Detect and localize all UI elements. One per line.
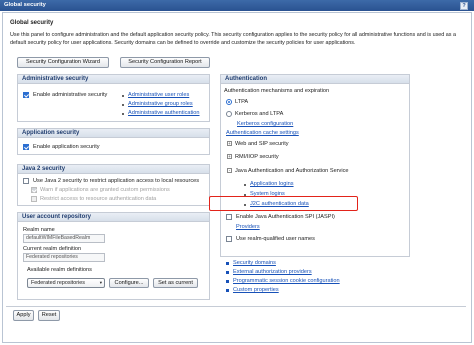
highlight-box xyxy=(209,196,358,211)
panel-title: Administrative security xyxy=(18,75,209,84)
reset-button[interactable]: Reset xyxy=(38,310,60,321)
link-bullet xyxy=(226,262,229,265)
realm-qualified-names-label: Use realm-qualified user names xyxy=(236,236,315,242)
link-bullet xyxy=(226,280,229,283)
list-bullet xyxy=(122,113,124,115)
external-authorization-providers-link[interactable]: External authorization providers xyxy=(233,269,312,275)
available-realms-select[interactable]: Federated repositories ▾ xyxy=(27,278,105,288)
help-button[interactable]: ? xyxy=(460,1,468,10)
kerberos-configuration-link[interactable]: Kerberos configuration xyxy=(237,121,293,127)
page-description: Use this panel to configure administrati… xyxy=(10,32,456,46)
window-title-bar: Global security ? xyxy=(0,0,474,11)
ltpa-label: LTPA xyxy=(235,99,249,105)
custom-properties-link[interactable]: Custom properties xyxy=(233,287,279,293)
restrict-resource-auth-label: Restrict access to resource authenticati… xyxy=(40,196,157,202)
panel-title: Authentication xyxy=(221,75,409,84)
realm-name-field: defaultWIMFileBasedRealm xyxy=(23,234,105,243)
expand-icon[interactable]: + xyxy=(227,141,232,146)
enable-jaspi-checkbox[interactable] xyxy=(226,214,232,220)
configure-button[interactable]: Configure... xyxy=(109,278,149,288)
chevron-down-icon: ▾ xyxy=(99,280,102,285)
list-bullet xyxy=(122,95,124,97)
link-bullet xyxy=(226,289,229,292)
auth-mechanisms-label: Authentication mechanisms and expiration xyxy=(224,88,330,94)
panel-title: Application security xyxy=(18,129,209,138)
jaas-item[interactable]: Java Authentication and Authorization Se… xyxy=(235,168,349,174)
use-java2-security-checkbox[interactable] xyxy=(23,178,29,184)
security-domains-link[interactable]: Security domains xyxy=(233,260,276,266)
kerberos-ltpa-radio[interactable] xyxy=(226,111,232,117)
enable-jaspi-label: Enable Java Authentication SPI (JASPI) xyxy=(236,214,335,220)
providers-link[interactable]: Providers xyxy=(236,224,260,230)
administrative-user-roles-link[interactable]: Administrative user roles xyxy=(128,92,189,98)
warn-custom-permissions-checkbox[interactable] xyxy=(31,187,37,193)
administrative-group-roles-link[interactable]: Administrative group roles xyxy=(128,101,193,107)
set-as-current-button[interactable]: Set as current xyxy=(153,278,198,288)
available-realms-label: Available realm definitions xyxy=(27,267,92,273)
select-value: Federated repositories xyxy=(31,280,85,286)
window-title: Global security xyxy=(4,2,46,8)
footer-divider xyxy=(6,306,466,307)
page-title: Global security xyxy=(10,20,54,26)
application-logins-link[interactable]: Application logins xyxy=(250,181,294,187)
panel-title: Java 2 security xyxy=(18,165,209,174)
enable-administrative-security-label: Enable administrative security xyxy=(33,92,108,98)
authentication-cache-settings-link[interactable]: Authentication cache settings xyxy=(226,130,299,136)
list-bullet xyxy=(244,184,246,186)
panel-title: User account repository xyxy=(18,213,209,222)
warn-custom-permissions-label: Warn if applications are granted custom … xyxy=(40,187,170,193)
programmatic-session-cookie-link[interactable]: Programmatic session cookie configuratio… xyxy=(233,278,340,284)
expand-icon[interactable]: + xyxy=(227,154,232,159)
ltpa-radio[interactable] xyxy=(226,99,232,105)
collapse-icon[interactable]: - xyxy=(227,168,232,173)
use-java2-security-label: Use Java 2 security to restrict applicat… xyxy=(33,178,200,184)
rmi-iiop-security-item[interactable]: RMI/IIOP security xyxy=(235,154,279,160)
realm-qualified-names-checkbox[interactable] xyxy=(226,236,232,242)
current-realm-field: Federated repositories xyxy=(23,253,105,262)
web-sip-security-item[interactable]: Web and SIP security xyxy=(235,141,289,147)
restrict-resource-auth-checkbox[interactable] xyxy=(31,196,37,202)
security-configuration-wizard-button[interactable]: Security Configuration Wizard xyxy=(17,57,109,68)
enable-administrative-security-checkbox[interactable] xyxy=(23,92,29,98)
apply-button[interactable]: Apply xyxy=(13,310,34,321)
link-bullet xyxy=(226,271,229,274)
current-realm-label: Current realm definition xyxy=(23,246,82,252)
application-security-panel: Application security xyxy=(17,128,210,155)
administrative-authentication-link[interactable]: Administrative authentication xyxy=(128,110,200,116)
enable-application-security-label: Enable application security xyxy=(33,144,100,150)
list-bullet xyxy=(122,104,124,106)
kerberos-ltpa-label: Kerberos and LTPA xyxy=(235,111,284,117)
enable-application-security-checkbox[interactable] xyxy=(23,144,29,150)
security-configuration-report-button[interactable]: Security Configuration Report xyxy=(120,57,210,68)
realm-name-label: Realm name xyxy=(23,227,55,233)
